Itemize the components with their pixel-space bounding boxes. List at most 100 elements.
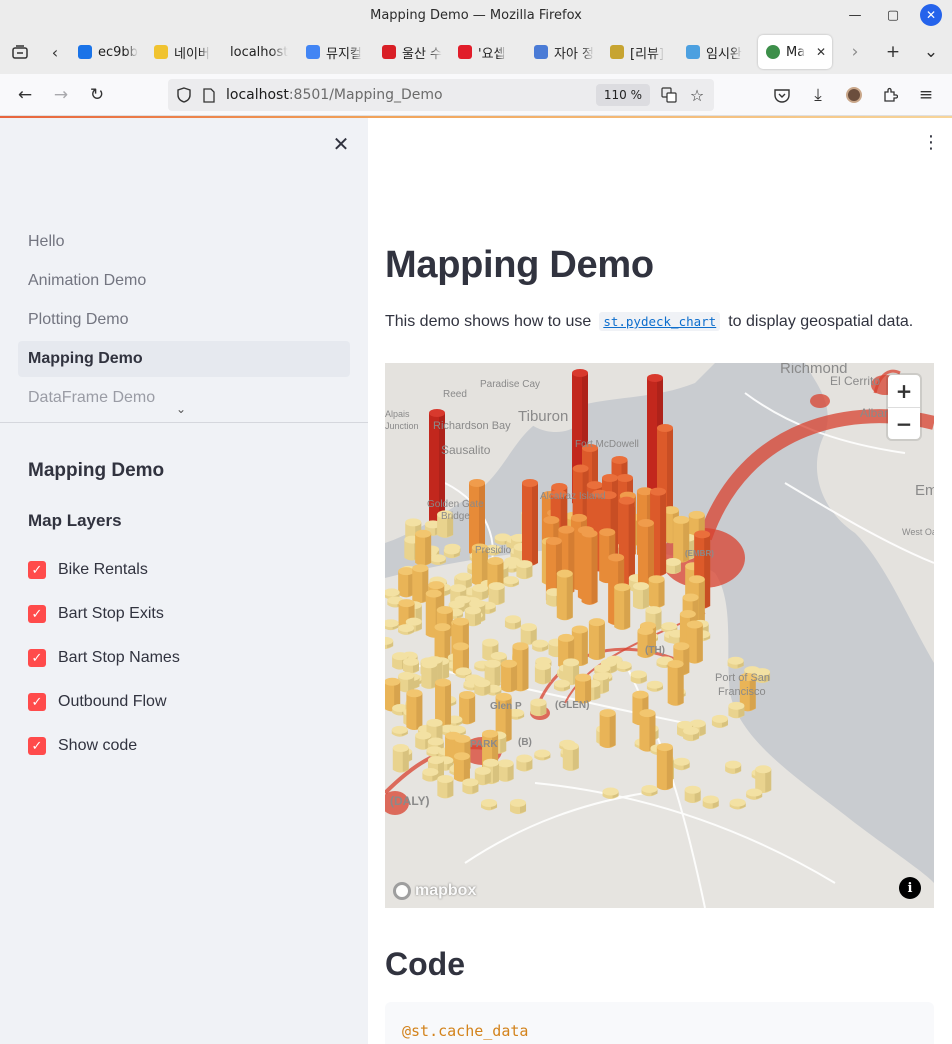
hexagon-column (602, 787, 619, 799)
tab-label: [리뷰] (630, 46, 665, 62)
pydeck-chart-link[interactable]: st.pydeck_chart (599, 312, 721, 331)
mapbox-logo[interactable]: mapbox (393, 882, 476, 900)
window-title: Mapping Demo — Mozilla Firefox (370, 7, 582, 23)
tab-9[interactable]: Ma ✕ (758, 35, 832, 69)
new-tab-icon[interactable]: + (874, 30, 912, 74)
tab-8[interactable]: 임시완 (678, 35, 754, 69)
sidebar-item-animation-demo[interactable]: Animation Demo (18, 263, 350, 299)
reload-icon[interactable]: ↻ (79, 77, 115, 113)
url-text[interactable]: localhost:8501/Mapping_Demo (226, 87, 443, 103)
sidebar-close-icon[interactable]: ✕ (328, 131, 354, 157)
swoosh-icon (382, 45, 396, 59)
hexagon-column (385, 619, 399, 631)
translate-icon[interactable] (658, 84, 680, 106)
sidebar-item-hello[interactable]: Hello (18, 224, 350, 260)
hexagon-column (421, 660, 438, 689)
layer-checkbox-bart-stop-names[interactable]: ✓ Bart Stop Names (28, 636, 180, 680)
map-label: Glen P (490, 701, 522, 712)
checkbox-label: Show code (58, 737, 138, 754)
naver-icon (154, 45, 168, 59)
pocket-icon[interactable] (764, 77, 800, 113)
sidebar: ✕ Hello Animation Demo Plotting Demo Mappin… (0, 118, 368, 1044)
tab-scroll-left-icon[interactable]: ‹ (40, 30, 70, 74)
account-avatar-icon[interactable] (836, 77, 872, 113)
hexagon-column (641, 784, 658, 797)
minimize-icon[interactable]: — (844, 4, 866, 26)
tab-scroll-right-icon[interactable]: › (836, 30, 874, 74)
map-label: (EMBR) (685, 549, 714, 558)
toolbar-right: ⤓ ≡ (764, 77, 944, 113)
tab-2[interactable]: localhost (222, 35, 298, 69)
hexagon-column (530, 698, 547, 717)
checkbox-label: Bart Stop Names (58, 649, 180, 666)
window-close-icon[interactable]: ✕ (920, 4, 942, 26)
tracking-shield-icon[interactable] (170, 87, 198, 103)
tab-list-icon[interactable] (0, 30, 40, 74)
tab-1[interactable]: 네이버 (146, 35, 222, 69)
bookmark-star-icon[interactable]: ☆ (686, 84, 708, 106)
tab-7[interactable]: [리뷰] (602, 35, 678, 69)
layer-checkbox-outbound-flow[interactable]: ✓ Outbound Flow (28, 680, 180, 724)
layer-checkbox-show-code[interactable]: ✓ Show code (28, 724, 180, 768)
code-block[interactable]: @st.cache_data (385, 1002, 934, 1044)
checkbox-checked-icon[interactable]: ✓ (28, 649, 46, 667)
layer-checkbox-bike-rentals[interactable]: ✓ Bike Rentals (28, 548, 180, 592)
checkbox-checked-icon[interactable]: ✓ (28, 693, 46, 711)
checkbox-checked-icon[interactable]: ✓ (28, 561, 46, 579)
hexagon-column (488, 582, 505, 605)
extensions-icon[interactable] (872, 77, 908, 113)
checkbox-checked-icon[interactable]: ✓ (28, 737, 46, 755)
map-label: Bridge (441, 511, 470, 522)
hexagon-column (755, 765, 772, 794)
layer-checkbox-bart-stop-exits[interactable]: ✓ Bart Stop Exits (28, 592, 180, 636)
map-label: El Cerrito (830, 374, 880, 388)
checkbox-label: Bart Stop Exits (58, 605, 164, 622)
zoom-level-badge[interactable]: 110 % (595, 84, 650, 106)
sidebar-item-plotting-demo[interactable]: Plotting Demo (18, 302, 350, 338)
search-icon (78, 45, 92, 59)
sidebar-item-mapping-demo[interactable]: Mapping Demo (18, 341, 350, 377)
hexagon-column (711, 714, 728, 728)
description-text-after: to display geospatial data. (728, 312, 914, 330)
map-label: Junction (385, 421, 419, 431)
map-info-icon[interactable]: i (899, 877, 921, 899)
back-icon[interactable]: ← (7, 77, 43, 113)
zoom-in-icon[interactable]: + (888, 375, 920, 407)
tab-6[interactable]: 자아 정 (526, 35, 602, 69)
page-info-icon[interactable] (198, 87, 220, 103)
map-layers-title: Map Layers (28, 511, 122, 530)
map-canvas[interactable]: RichmondParadise CayReedTiburonRichardso… (385, 363, 934, 908)
hexagon-column (725, 760, 742, 774)
all-tabs-chevron-icon[interactable]: ⌄ (912, 30, 950, 74)
app-menu-icon[interactable]: ≡ (908, 77, 944, 113)
map-label: Port of San (715, 672, 770, 684)
forward-icon[interactable]: → (43, 77, 79, 113)
downloads-icon[interactable]: ⤓ (800, 77, 836, 113)
checkbox-checked-icon[interactable]: ✓ (28, 605, 46, 623)
main-content: ⋮ Mapping Demo This demo shows how to us… (368, 118, 952, 1044)
tab-4[interactable]: 울산 수 (374, 35, 450, 69)
tab-tools: › + ⌄ (836, 30, 950, 74)
url-path: :8501/Mapping_Demo (288, 87, 443, 103)
hexagon-column (667, 660, 684, 706)
hexagon-column (656, 743, 673, 791)
hexagon-column (673, 757, 690, 771)
hexagon-column (398, 671, 415, 693)
deck-map[interactable]: Richmond Paradise Cay Reed Tiburon Richardso… (385, 363, 934, 908)
description-text-before: This demo shows how to use (385, 312, 592, 330)
nav-expand-chevron-icon[interactable]: ⌄ (176, 402, 186, 416)
url-bar[interactable]: localhost:8501/Mapping_Demo 110 % ☆ (168, 79, 714, 111)
main-menu-kebab-icon[interactable]: ⋮ (922, 132, 940, 153)
tab-5[interactable]: '요셉 (450, 35, 526, 69)
map-label: (B) (518, 737, 532, 748)
doc-icon (534, 45, 548, 59)
zoom-out-icon[interactable]: − (888, 407, 920, 439)
tab-0[interactable]: ec9bb (70, 35, 146, 69)
tab-close-icon[interactable]: ✕ (816, 45, 826, 59)
checkbox-label: Outbound Flow (58, 693, 167, 710)
flag-icon (458, 45, 472, 59)
map-label: PARK (470, 739, 498, 750)
maximize-icon[interactable]: ▢ (882, 4, 904, 26)
tab-3[interactable]: 뮤지컬 (298, 35, 374, 69)
hexagon-column (402, 657, 419, 674)
